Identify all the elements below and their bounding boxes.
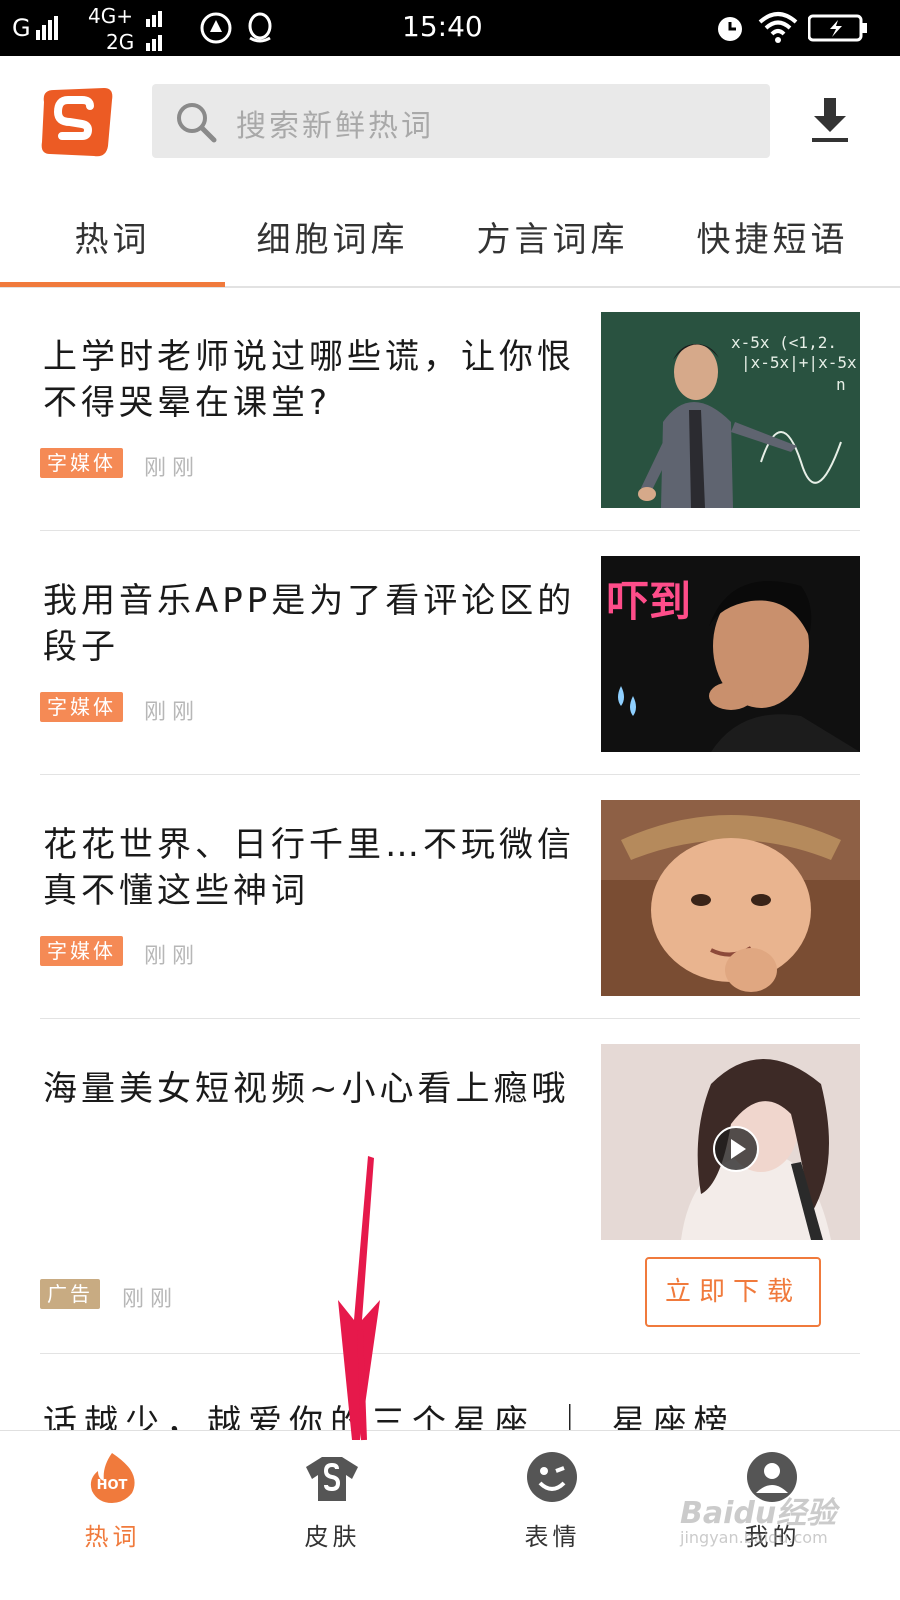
nav-label: 热词 (84, 1523, 141, 1551)
tshirt-icon (306, 1457, 358, 1501)
tab-cell-lexicon[interactable]: 细胞词库 (220, 212, 445, 261)
search-placeholder: 搜索新鲜热词 (236, 109, 434, 144)
post-time: 刚刚 (144, 700, 201, 725)
source-tag: 字媒体 (40, 448, 123, 478)
watermark-logo: Baidu经验 (680, 1496, 837, 1531)
category-tabs: 热词 细胞词库 方言词库 快捷短语 (0, 188, 900, 288)
alarm-icon (718, 17, 742, 41)
network-2g-label: 2G (106, 30, 135, 54)
play-icon[interactable] (711, 1124, 761, 1174)
app-header: 搜索新鲜热词 (0, 56, 900, 188)
battery-icon (808, 14, 867, 42)
sogou-logo-icon[interactable] (38, 84, 116, 160)
nav-hot-words[interactable]: HOT 热词 (0, 1431, 225, 1600)
svg-text:HOT: HOT (97, 1478, 128, 1493)
article-feed[interactable]: 上学时老师说过哪些谎，让你恨不得哭晕在课堂? 字媒体 刚刚 x-5x (<1,2… (0, 290, 900, 1460)
article-title[interactable]: 上学时老师说过哪些谎，让你恨不得哭晕在课堂? (43, 334, 583, 426)
post-time: 刚刚 (144, 944, 201, 969)
hot-icon: HOT (90, 1453, 135, 1503)
ad-tag: 广告 (40, 1279, 100, 1309)
nav-label: 表情 (524, 1523, 581, 1551)
status-bar: G 4G+ 2G 15:40 (0, 0, 900, 56)
list-item[interactable]: 上学时老师说过哪些谎，让你恨不得哭晕在课堂? 字媒体 刚刚 x-5x (<1,2… (40, 312, 860, 532)
thumbnail-sticker-text: 吓到 (607, 577, 691, 626)
divider (40, 530, 860, 531)
article-title[interactable]: 海量美女短视频~小心看上瘾哦 (43, 1066, 583, 1112)
watermark-url: jingyan.baidu.com (680, 1528, 828, 1547)
article-thumbnail[interactable]: 吓到 (601, 556, 860, 752)
post-time: 刚刚 (144, 456, 201, 481)
nav-emoticons[interactable]: 表情 (440, 1431, 665, 1600)
search-input[interactable]: 搜索新鲜热词 (152, 84, 770, 158)
download-icon[interactable] (810, 96, 850, 144)
qq-icon (248, 12, 272, 43)
video-thumbnail[interactable] (601, 1044, 860, 1240)
wifi-icon (758, 12, 798, 43)
tab-quick-phrases[interactable]: 快捷短语 (660, 212, 885, 261)
divider (40, 1353, 860, 1354)
source-tag: 字媒体 (40, 692, 123, 722)
nav-skins[interactable]: 皮肤 (220, 1431, 445, 1600)
network-4g-label: 4G+ (88, 4, 133, 28)
tab-hot-words[interactable]: 热词 (0, 212, 225, 261)
article-title[interactable]: 我用音乐APP是为了看评论区的段子 (43, 578, 583, 670)
tab-dialect-lexicon[interactable]: 方言词库 (440, 212, 665, 261)
active-tab-indicator (0, 282, 225, 287)
blackboard-text: n (836, 375, 846, 394)
search-icon (177, 103, 217, 143)
divider (40, 774, 860, 775)
signal-icon (36, 16, 60, 40)
clock-time: 15:40 (402, 10, 483, 43)
list-item[interactable]: 我用音乐APP是为了看评论区的段子 字媒体 刚刚 吓到 (40, 556, 860, 776)
list-item[interactable]: 花花世界、日行千里…不玩微信真不懂这些神词 字媒体 刚刚 (40, 800, 860, 1020)
article-title[interactable]: 花花世界、日行千里…不玩微信真不懂这些神词 (43, 822, 583, 914)
blackboard-text: x-5x (<1,2. (731, 333, 837, 352)
carrier-label: G (12, 14, 31, 42)
blackboard-text: |x-5x|+|x-5x (741, 353, 857, 372)
article-thumbnail[interactable]: x-5x (<1,2. |x-5x|+|x-5x n (601, 312, 860, 508)
download-now-button[interactable]: 立即下载 (645, 1257, 821, 1327)
divider (40, 1018, 860, 1019)
smiley-icon (527, 1452, 577, 1502)
post-time: 刚刚 (122, 1287, 179, 1312)
signal-icon-2 (146, 8, 164, 27)
nav-label: 皮肤 (304, 1523, 361, 1551)
source-tag: 字媒体 (40, 936, 123, 966)
notification-bell-icon (200, 12, 232, 44)
signal-icon-3 (146, 32, 164, 51)
article-thumbnail[interactable] (601, 800, 860, 996)
